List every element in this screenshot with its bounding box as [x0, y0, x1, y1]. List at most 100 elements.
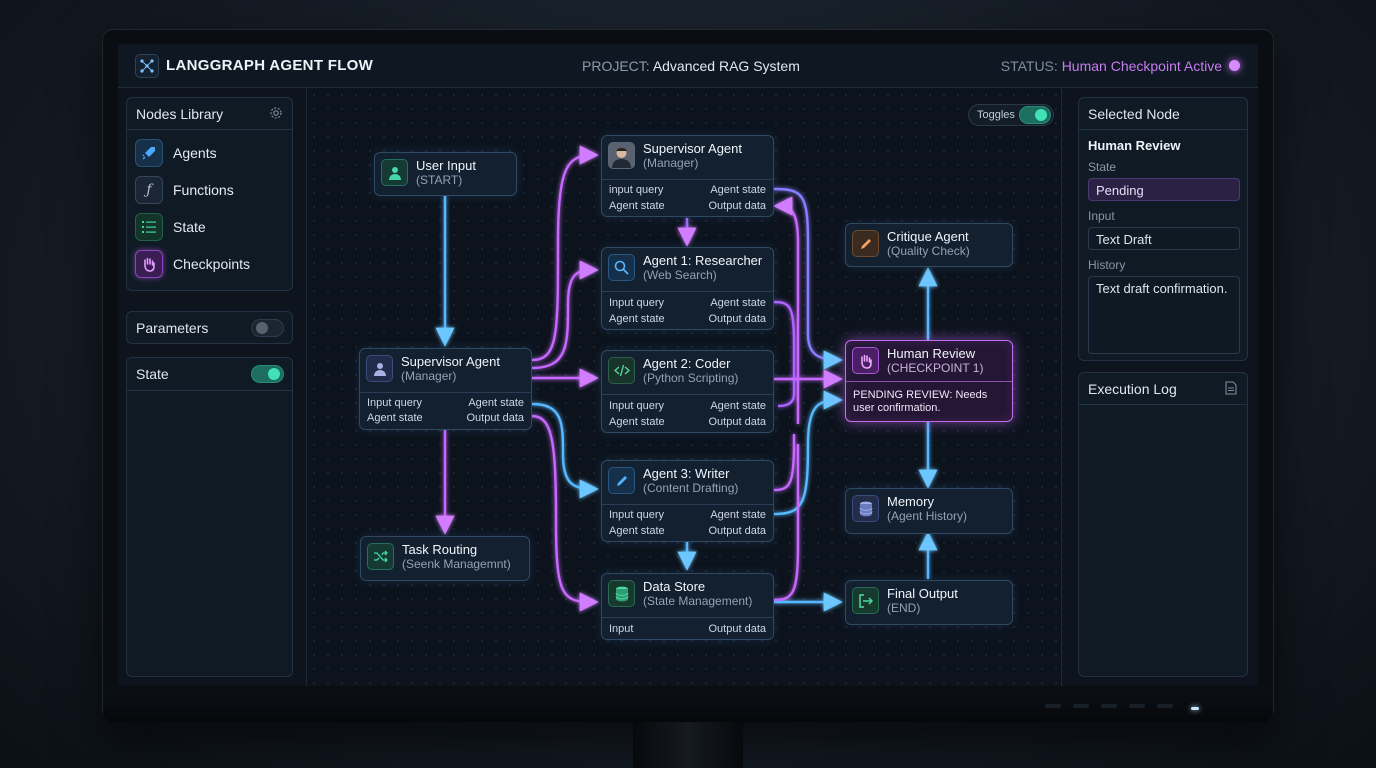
history-field-label: History [1088, 258, 1126, 272]
port-label[interactable]: Agent state [609, 525, 665, 537]
top-bar: LANGGRAPH AGENT FLOW PROJECT: Advanced R… [118, 44, 1258, 88]
port-label[interactable]: Agent state [367, 412, 423, 424]
port-label[interactable]: Agent state [710, 400, 766, 412]
status-value: Human Checkpoint Active [1061, 58, 1222, 74]
node-subtitle: (CHECKPOINT 1) [887, 361, 984, 375]
node-title: Critique Agent [887, 229, 969, 244]
monitor-stand [633, 722, 743, 768]
project-name: Advanced RAG System [652, 58, 800, 74]
node-memory[interactable]: Memory (Agent History) [845, 488, 1013, 534]
port-label[interactable]: Output data [467, 412, 525, 424]
library-item-checkpoints[interactable]: Checkpoints [135, 250, 250, 278]
port-label[interactable]: Agent state [609, 313, 665, 325]
port-label[interactable]: Agent state [710, 509, 766, 521]
user-icon [366, 355, 393, 382]
state-field[interactable]: Pending [1088, 178, 1240, 201]
node-subtitle: (START) [416, 173, 463, 187]
status-label: STATUS: [1000, 58, 1058, 74]
port-label[interactable]: Input [609, 623, 633, 635]
database-icon [852, 495, 879, 522]
library-item-label: Checkpoints [173, 256, 251, 272]
settings-icon[interactable] [269, 106, 283, 125]
port-label[interactable]: Output data [709, 313, 767, 325]
node-subtitle: (State Management) [643, 594, 753, 608]
status-info: STATUS: Human Checkpoint Active [1001, 58, 1222, 74]
node-data-store[interactable]: Data Store (State Management) Input Outpu… [601, 573, 774, 640]
document-icon[interactable] [1225, 381, 1237, 400]
node-coder[interactable]: Agent 2: Coder (Python Scripting) Input q… [601, 350, 774, 433]
port-label[interactable]: Agent state [609, 416, 665, 428]
exit-icon [852, 587, 879, 614]
node-researcher[interactable]: Agent 1: Researcher (Web Search) Input qu… [601, 247, 774, 330]
port-label[interactable]: Input query [367, 397, 422, 409]
power-led [1191, 707, 1199, 710]
port-label[interactable]: Output data [709, 525, 767, 537]
history-field[interactable]: Text draft confirmation. [1088, 276, 1240, 354]
node-task-routing[interactable]: Task Routing (Seenk Managemnt) [360, 536, 530, 581]
node-final-output[interactable]: Final Output (END) [845, 580, 1013, 625]
state-toggle[interactable] [251, 365, 284, 383]
selected-node-title: Selected Node [1088, 106, 1180, 122]
port-label[interactable]: Input query [609, 297, 664, 309]
user-icon [381, 159, 408, 186]
selected-node-name: Human Review [1088, 138, 1181, 153]
toggles-control[interactable]: Toggles [968, 104, 1054, 126]
monitor-buttons [1045, 704, 1173, 708]
port-label[interactable]: Input query [609, 400, 664, 412]
node-title: Final Output [887, 586, 958, 601]
port-label[interactable]: Agent state [609, 200, 665, 212]
port-label[interactable]: Output data [709, 416, 767, 428]
avatar [608, 142, 635, 169]
state-field-label: State [1088, 160, 1117, 174]
node-title: User Input [416, 158, 476, 173]
node-title: Agent 3: Writer [643, 466, 730, 481]
shuffle-icon [367, 543, 394, 570]
library-item-label: Agents [173, 145, 217, 161]
pencil-icon [608, 467, 635, 494]
node-human-review[interactable]: Human Review (CHECKPOINT 1) PENDING REVIE… [845, 340, 1013, 422]
library-item-functions[interactable]: ƒ Functions [135, 176, 234, 204]
monitor-chin [103, 690, 1273, 722]
input-field[interactable]: Text Draft [1088, 227, 1240, 250]
parameters-label: Parameters [136, 320, 209, 336]
parameters-toggle[interactable] [251, 319, 284, 337]
port-label[interactable]: Input query [609, 509, 664, 521]
hand-icon [852, 347, 879, 374]
checkpoint-note: PENDING REVIEW: Needs user confirmation. [853, 389, 988, 414]
library-item-agents[interactable]: Agents [135, 139, 217, 167]
node-user-input[interactable]: User Input (START) [374, 152, 517, 196]
search-icon [608, 254, 635, 281]
node-critique[interactable]: Critique Agent (Quality Check) [845, 223, 1013, 267]
library-item-state[interactable]: State [135, 213, 206, 241]
app-window: LANGGRAPH AGENT FLOW PROJECT: Advanced R… [118, 44, 1258, 686]
node-title: Supervisor Agent [643, 141, 743, 156]
rocket-icon [135, 139, 163, 167]
node-title: Human Review [887, 346, 976, 361]
list-icon [135, 213, 163, 241]
nodes-library-panel: Nodes Library Agents ƒ Functions State C… [126, 97, 293, 291]
port-label[interactable]: input query [609, 184, 663, 196]
toggles-switch[interactable] [1019, 106, 1051, 124]
node-writer[interactable]: Agent 3: Writer (Content Drafting) Input … [601, 460, 774, 542]
port-label[interactable]: Agent state [710, 184, 766, 196]
node-title: Data Store [643, 579, 706, 594]
status-indicator [1229, 60, 1240, 71]
node-subtitle: (Agent History) [887, 509, 968, 523]
divider [127, 129, 292, 130]
project-info: PROJECT: Advanced RAG System [582, 58, 800, 74]
app-title: LANGGRAPH AGENT FLOW [166, 57, 374, 74]
divider [127, 390, 292, 391]
database-icon [608, 580, 635, 607]
function-icon: ƒ [135, 176, 163, 204]
node-supervisor-top[interactable]: Supervisor Agent (Manager) input query Ag… [601, 135, 774, 217]
port-label[interactable]: Agent state [710, 297, 766, 309]
node-title: Agent 1: Researcher [643, 253, 763, 268]
selected-node-panel: Selected Node Human Review State Pending… [1078, 97, 1248, 361]
node-title: Task Routing [402, 542, 478, 557]
port-label[interactable]: Output data [709, 623, 767, 635]
port-label[interactable]: Agent state [468, 397, 524, 409]
node-supervisor-main[interactable]: Supervisor Agent (Manager) Input query Ag… [359, 348, 532, 430]
library-item-label: Functions [173, 182, 234, 198]
node-subtitle: (END) [887, 601, 921, 615]
port-label[interactable]: Output data [709, 200, 767, 212]
